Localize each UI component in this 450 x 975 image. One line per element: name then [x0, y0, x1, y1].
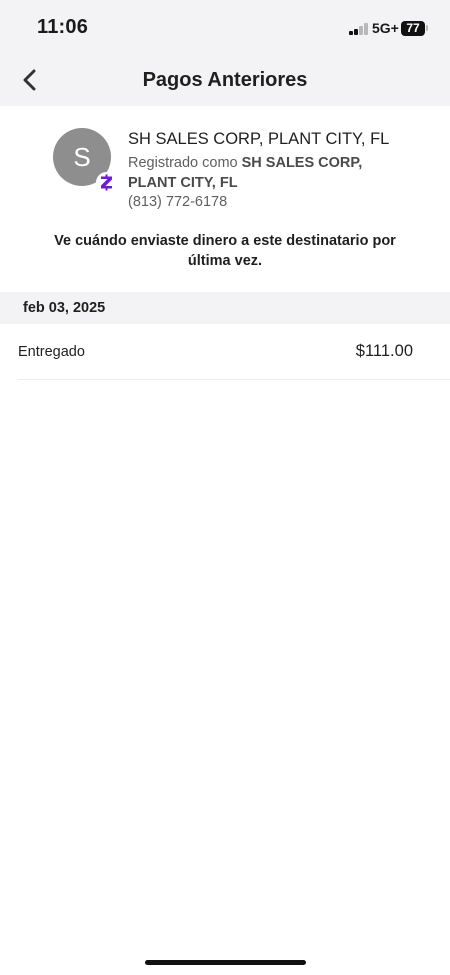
zelle-icon: [96, 172, 117, 193]
registered-as: Registrado como SH SALES CORP, PLANT CIT…: [128, 153, 408, 193]
battery-icon: 77: [401, 21, 425, 36]
home-indicator[interactable]: [145, 960, 306, 965]
battery-tip: [426, 25, 428, 31]
payment-status: Entregado: [18, 344, 85, 360]
payment-row[interactable]: Entregado $111.00: [0, 324, 450, 380]
info-text: Ve cuándo enviaste dinero a este destina…: [54, 233, 396, 269]
status-time: 11:06: [37, 16, 89, 38]
registered-prefix: Registrado como: [128, 155, 242, 171]
status-bar: 11:06 5G+ 77: [0, 0, 450, 56]
recipient-name: SH SALES CORP, PLANT CITY, FL: [128, 130, 390, 148]
recipient-phone: (813) 772-6178: [128, 194, 228, 210]
signal-icon: [349, 23, 369, 35]
payment-amount: $111.00: [355, 342, 413, 360]
row-divider: [18, 379, 450, 380]
page-title: Pagos Anteriores: [142, 69, 308, 91]
date-section-header: feb 03, 2025: [0, 292, 450, 324]
nav-bar: Pagos Anteriores: [0, 56, 450, 106]
recipient-card: S SH SALES CORP, PLANT CITY, FL Registra…: [0, 106, 450, 292]
header-area: 11:06 5G+ 77 Pagos Anteriores: [0, 0, 450, 106]
network-label: 5G+: [372, 20, 399, 36]
payment-date: feb 03, 2025: [23, 300, 106, 316]
